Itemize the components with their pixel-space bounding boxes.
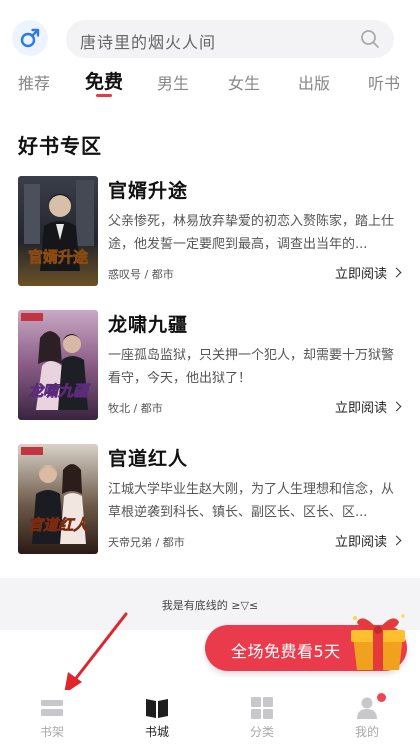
male-symbol-icon — [20, 28, 40, 48]
book-description: 江城大学毕业生赵大刚，为了人生理想和信念，从草根逆袭到科长、镇长、副区长、区长、… — [108, 482, 395, 520]
chevron-right-icon — [391, 267, 402, 278]
section-title: 好书专区 — [18, 134, 102, 158]
cover-title-art: 官道红人 — [28, 516, 89, 534]
top-bar: 唐诗里的烟火人间 — [0, 0, 420, 72]
chevron-right-icon — [391, 401, 402, 412]
read-now-label: 立即阅读 — [334, 401, 387, 416]
search-icon[interactable] — [360, 29, 380, 49]
gender-toggle-button[interactable] — [12, 20, 48, 56]
annotation-arrow-icon — [64, 612, 128, 694]
bottom-navigation: 书架 书城 分类 我的 — [0, 690, 420, 747]
search-input[interactable]: 唐诗里的烟火人间 — [66, 20, 394, 58]
read-now-label: 立即阅读 — [334, 535, 387, 550]
book-title[interactable]: 官婿升途 — [108, 176, 188, 203]
tab-audiobook[interactable]: 听书 — [368, 70, 400, 94]
book-title[interactable]: 官道红人 — [108, 444, 188, 471]
chevron-right-icon — [391, 535, 402, 546]
channel-tabs: 推荐 免费 男生 女生 出版 听书 — [0, 64, 420, 100]
book-title[interactable]: 龙啸九疆 — [108, 310, 188, 337]
profile-icon — [357, 697, 377, 719]
book-card[interactable]: 官婿升途 官婿升途 父亲惨死，林易放弃挚爱的初恋入赘陈家，踏上仕途，他发誓一定要… — [0, 176, 420, 296]
read-now-button[interactable]: 立即阅读 — [334, 397, 402, 416]
cover-title-art: 龙啸九疆 — [28, 382, 91, 400]
nav-label: 分类 — [249, 725, 274, 739]
cover-title-art: 官婿升途 — [28, 248, 89, 266]
read-now-button[interactable]: 立即阅读 — [334, 531, 402, 550]
category-icon — [251, 697, 273, 719]
read-now-button[interactable]: 立即阅读 — [334, 263, 402, 282]
book-author-genre: 牧北 / 都市 — [108, 402, 163, 415]
book-cover[interactable]: 官道红人 — [18, 444, 98, 554]
notification-dot — [377, 693, 386, 702]
book-city-icon — [146, 699, 168, 718]
tab-recommend[interactable]: 推荐 — [18, 70, 50, 94]
nav-label: 书城 — [144, 725, 169, 739]
promo-label: 全场免费看5天 — [231, 642, 341, 661]
read-now-label: 立即阅读 — [334, 267, 387, 282]
tab-male[interactable]: 男生 — [157, 70, 189, 94]
bookshelf-icon — [41, 700, 63, 716]
book-card[interactable]: 官道红人 官道红人 江城大学毕业生赵大刚，为了人生理想和信念，从草根逆袭到科长、… — [0, 444, 420, 564]
nav-item-category[interactable]: 分类 — [222, 690, 302, 747]
nav-item-bookstore[interactable]: 书城 — [117, 690, 197, 747]
book-cover[interactable]: 龙啸九疆 — [18, 310, 98, 420]
nav-label: 书架 — [39, 725, 64, 739]
search-placeholder: 唐诗里的烟火人间 — [80, 33, 217, 52]
tab-publication[interactable]: 出版 — [298, 70, 330, 94]
book-card[interactable]: 龙啸九疆 龙啸九疆 一座孤岛监狱，只关押一个犯人，却需要十万狱警看守，今天，他出… — [0, 310, 420, 430]
gift-box-icon[interactable] — [345, 610, 411, 672]
book-description: 一座孤岛监狱，只关押一个犯人，却需要十万狱警看守，今天，他出狱了！ — [108, 348, 395, 386]
nav-item-profile[interactable]: 我的 — [327, 690, 407, 747]
book-cover[interactable]: 官婿升途 — [18, 176, 98, 286]
tab-female[interactable]: 女生 — [228, 70, 260, 94]
nav-item-bookshelf[interactable]: 书架 — [12, 690, 92, 747]
tab-free[interactable]: 免费 — [85, 67, 123, 94]
active-tab-indicator — [96, 94, 112, 97]
book-author-genre: 天帝兄弟 / 都市 — [108, 536, 185, 549]
book-description: 父亲惨死，林易放弃挚爱的初恋入赘陈家，踏上仕途，他发誓一定要爬到最高，调查出当年… — [108, 214, 395, 252]
book-author-genre: 惑叹号 / 都市 — [108, 268, 174, 281]
nav-label: 我的 — [354, 725, 379, 739]
